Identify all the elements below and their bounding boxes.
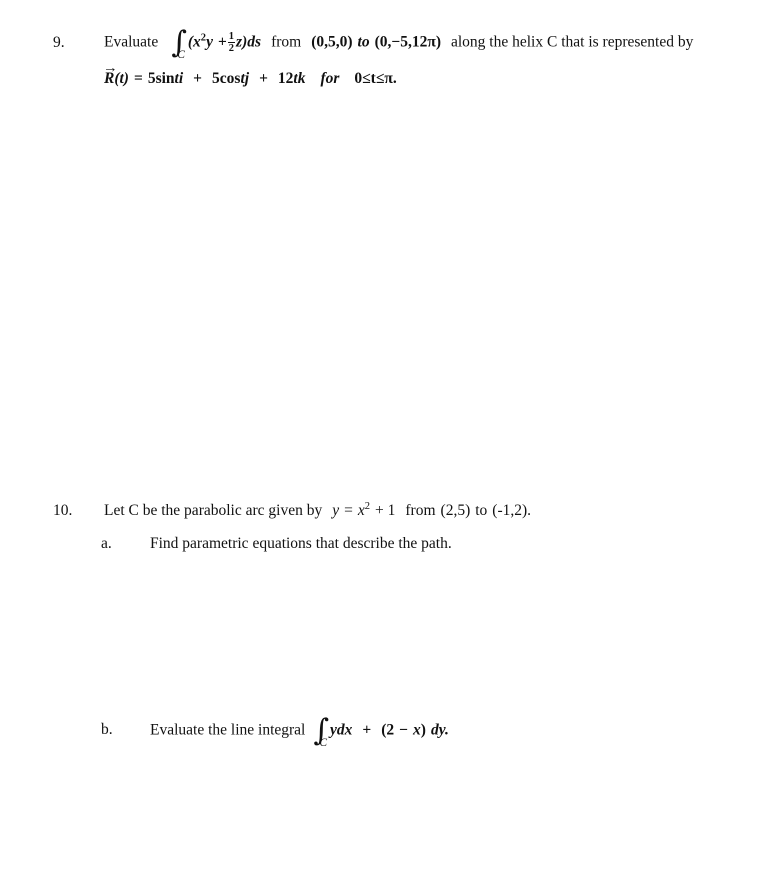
end-point-10: (-1,2).	[492, 502, 532, 519]
term1-coefficient: 5sin	[147, 70, 175, 88]
unit-vector-j: j	[244, 70, 250, 88]
integral-subscript: C	[177, 49, 185, 62]
item-a-letter: a.	[101, 535, 112, 552]
vector-plus-1: +	[193, 70, 203, 88]
item-b-letter: b.	[101, 721, 113, 739]
item-a-text: Find parametric equations that describe …	[150, 535, 452, 552]
integrand-b-y: y	[330, 721, 337, 739]
problem-10-item-b: b. Evaluate the line integral ∫ Cydx + (2− x)…	[0, 716, 781, 749]
integrand-b-plus: +	[362, 721, 372, 739]
vector-equals: =	[133, 70, 143, 88]
from-word: from	[271, 33, 302, 51]
one-half-fraction: 12	[227, 31, 236, 55]
differential-dx: dx	[336, 721, 353, 739]
to-word-10: to	[475, 502, 488, 519]
start-point: (0,5,0)	[311, 33, 353, 51]
integrand-b-x: x	[413, 721, 421, 739]
unit-vector-i: i	[178, 70, 184, 88]
unit-vector-k: k	[297, 70, 306, 88]
differential-dy: dy.	[430, 721, 449, 739]
worksheet-page: 9. Evaluate ∫ C (x2y +1 2 z)ds from (0,5,0) to (0,…	[0, 0, 781, 891]
problem-9: 9. Evaluate ∫ C (x2y +1 2 z)ds from (0,5,0) to (0,…	[0, 28, 781, 88]
problem-9-statement: Evaluate ∫ C (x2y +1 2 z)ds from (0,5,0) to (0,−5,…	[104, 28, 694, 61]
from-word-10: from	[405, 502, 436, 519]
fraction-denominator: 2	[227, 42, 236, 55]
problem-9-number: 9.	[53, 33, 65, 51]
problem-9-line-1: 9. Evaluate ∫ C (x2y +1 2 z)ds from (0,5,0) to (0,…	[0, 28, 781, 61]
integrand-x: x	[193, 33, 201, 51]
equation-equals: =	[344, 502, 353, 519]
equation-y: y	[332, 502, 340, 519]
parameter-domain: 0≤t≤π.	[354, 70, 397, 88]
problem-10-statement: Let C be the parabolic arc given by y = x2 +…	[104, 501, 531, 521]
integrand-b-open: (2	[381, 721, 395, 739]
vector-R-letter: R	[104, 70, 115, 88]
equation-x-exponent: 2	[364, 500, 371, 512]
evaluate-word: Evaluate	[104, 33, 159, 51]
integral-symbol-10b: ∫ C	[313, 716, 329, 749]
problem-10-line-1: 10. Let C be the parabolic arc given by y…	[0, 501, 781, 521]
vector-argument: (t)	[114, 70, 129, 88]
vector-plus-2: +	[259, 70, 268, 88]
term2-coefficient: 5cos	[212, 70, 241, 88]
parabolic-arc-text: Let C be the parabolic arc given by	[104, 502, 323, 519]
integral-symbol-9: ∫ C	[171, 28, 187, 61]
problem-9-line-2: → R(t) = 5sinti +5costj +12tk for 0≤t≤π.	[0, 60, 781, 88]
integrand-b-close: )	[420, 721, 426, 739]
equation-plus-one: + 1	[375, 502, 396, 519]
vector-arrow-icon: →	[103, 60, 118, 77]
problem-10-item-a: a. Find parametric equations that descri…	[0, 534, 781, 554]
integral-subscript-b: C	[319, 737, 328, 749]
integrand-plus: +	[217, 33, 227, 51]
term3-coefficient: 12	[277, 70, 294, 88]
integrand-y: y	[206, 33, 213, 51]
to-word: to	[357, 33, 370, 51]
start-point-10: (2,5)	[440, 502, 471, 519]
fraction-numerator: 1	[228, 31, 235, 42]
evaluate-line-integral-text: Evaluate the line integral	[150, 721, 306, 739]
vector-R: → R	[103, 60, 118, 88]
differential-ds: ds	[247, 33, 262, 51]
integrand-b-minus: −	[399, 721, 409, 739]
problem-10-number: 10.	[53, 502, 73, 519]
end-point: (0,−5,12π)	[374, 33, 441, 51]
equation-x: x	[357, 502, 365, 519]
problem-10: 10. Let C be the parabolic arc given by y…	[0, 501, 781, 749]
for-word: for	[320, 70, 340, 88]
helix-description: along the helix C that is represented by	[451, 33, 694, 51]
item-b-text: Evaluate the line integral ∫ Cydx + (2− x) dy.	[150, 716, 449, 749]
